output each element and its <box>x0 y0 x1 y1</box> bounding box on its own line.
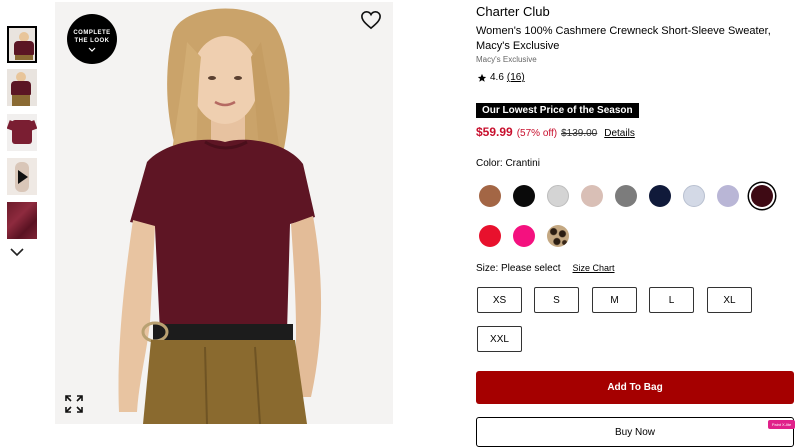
discount-percent: (57% off) <box>516 128 558 139</box>
complete-the-look-label: COMPLETE THE LOOK <box>73 30 111 44</box>
sale-price: $59.99 <box>476 125 513 139</box>
star-icon <box>477 73 487 82</box>
original-price: $139.00 <box>561 128 598 139</box>
color-swatch-crantini[interactable] <box>751 185 773 207</box>
thumbnail-flat-lay[interactable] <box>7 114 37 151</box>
color-swatch-lavender[interactable] <box>717 185 739 207</box>
complete-the-look-button[interactable]: COMPLETE THE LOOK <box>67 14 117 64</box>
size-chart-link[interactable]: Size Chart <box>573 263 615 273</box>
size-row: Size: Please select Size Chart <box>476 263 615 274</box>
add-to-bag-button[interactable]: Add To Bag <box>476 371 794 404</box>
rating-value: 4.6 <box>490 72 504 83</box>
main-product-image[interactable]: COMPLETE THE LOOK <box>55 2 393 424</box>
size-button-m[interactable]: M <box>592 287 637 313</box>
chevron-down-icon <box>88 47 96 52</box>
review-count-link[interactable]: (16) <box>507 72 525 83</box>
exclusive-label: Macy's Exclusive <box>476 55 537 64</box>
color-swatch-light-gray[interactable] <box>547 185 569 207</box>
size-button-l[interactable]: L <box>649 287 694 313</box>
color-swatch-pink[interactable] <box>513 225 535 247</box>
size-button-xl[interactable]: XL <box>707 287 752 313</box>
size-button-s[interactable]: S <box>534 287 579 313</box>
color-swatch-charcoal[interactable] <box>615 185 637 207</box>
color-swatch-blush[interactable] <box>581 185 603 207</box>
color-label: Color: Crantini <box>476 158 540 169</box>
color-swatch-red[interactable] <box>479 225 501 247</box>
expand-icon[interactable] <box>65 395 83 413</box>
rating[interactable]: 4.6 (16) <box>477 72 525 83</box>
chevron-down-icon[interactable] <box>10 247 24 257</box>
color-swatch-pale-blue[interactable] <box>683 185 705 207</box>
brand-link[interactable]: Charter Club <box>476 4 550 19</box>
model-photo <box>55 2 393 424</box>
size-button-xs[interactable]: XS <box>477 287 522 313</box>
color-swatch-leopard[interactable] <box>547 225 569 247</box>
thumbnail-person-alt[interactable] <box>7 69 37 106</box>
thumbnail-fabric[interactable] <box>7 202 37 239</box>
promo-badge: Our Lowest Price of the Season <box>476 103 639 118</box>
price-details-link[interactable]: Details <box>604 128 635 139</box>
thumbnail-video[interactable] <box>7 158 37 195</box>
price-row: $59.99 (57% off) $139.00 Details <box>476 125 635 139</box>
thumbnail-person-front[interactable] <box>7 26 37 63</box>
product-title: Women's 100% Cashmere Crewneck Short-Sle… <box>476 25 771 52</box>
color-swatch-navy[interactable] <box>649 185 671 207</box>
play-icon <box>18 170 28 184</box>
buy-now-button[interactable]: Buy Now <box>476 417 794 447</box>
size-label: Size: Please select <box>476 263 561 274</box>
color-swatch-brown[interactable] <box>479 185 501 207</box>
size-button-xxl[interactable]: XXL <box>477 326 522 352</box>
extension-badge: Paint X-lite <box>768 420 795 429</box>
color-swatch-black[interactable] <box>513 185 535 207</box>
heart-icon[interactable] <box>360 10 382 30</box>
